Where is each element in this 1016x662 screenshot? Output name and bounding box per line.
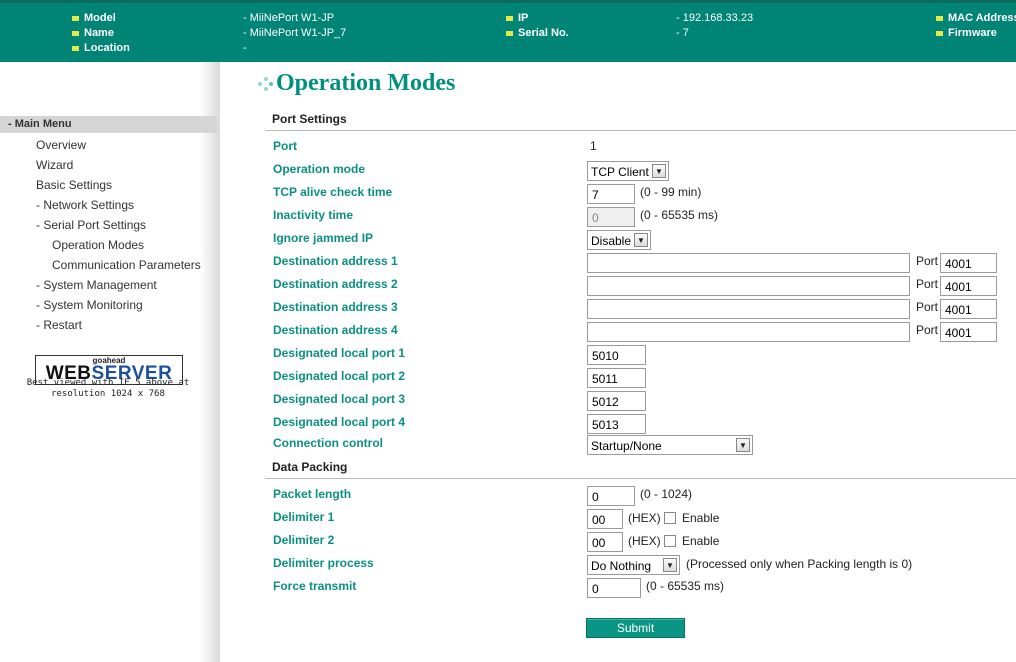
- destination-address-4-label: Destination address 4: [273, 323, 398, 337]
- destination-1-port-label: Port: [916, 254, 939, 268]
- sidebar-item-system-management[interactable]: - System Management: [36, 278, 157, 292]
- sidebar-item-operation-modes[interactable]: Operation Modes: [52, 238, 144, 252]
- name-value: - MiiNePort W1-JP_7: [243, 27, 347, 39]
- bullet-icon: [72, 30, 79, 36]
- model-label: Model: [72, 12, 116, 24]
- sidebar-item-wizard[interactable]: Wizard: [36, 158, 73, 172]
- chevron-down-icon[interactable]: ▼: [634, 233, 648, 247]
- local-port-1-input[interactable]: [587, 345, 646, 365]
- local-port-3-label: Designated local port 3: [273, 392, 406, 406]
- data-packing-section: Data Packing: [265, 456, 1016, 479]
- delimiter-2-enable-label: Enable: [682, 534, 720, 548]
- ignore-jammed-label: Ignore jammed IP: [273, 231, 374, 245]
- bullet-icon: [506, 15, 513, 21]
- sidebar-item-communication-parameters[interactable]: Communication Parameters: [52, 258, 201, 272]
- destination-1-port-input[interactable]: [940, 253, 997, 273]
- inactivity-input: [587, 207, 635, 227]
- delimiter-process-select[interactable]: Do Nothing ▼: [587, 555, 680, 575]
- local-port-4-input[interactable]: [587, 414, 646, 434]
- delimiter-2-input[interactable]: [587, 532, 623, 552]
- force-transmit-label: Force transmit: [273, 579, 357, 593]
- sidebar-divider: [200, 62, 220, 662]
- local-port-1-label: Designated local port 1: [273, 346, 406, 360]
- destination-address-1-input[interactable]: [587, 253, 910, 273]
- packet-length-label: Packet length: [273, 487, 352, 501]
- mac-label: MAC Address: [936, 12, 1016, 24]
- device-info-header: Model - MiiNePort W1-JP Name - MiiNePort…: [0, 0, 1016, 62]
- local-port-3-input[interactable]: [587, 391, 646, 411]
- ip-label: IP: [506, 12, 528, 24]
- port-settings-section: Port Settings: [265, 108, 1016, 131]
- ip-value: - 192.168.33.23: [676, 12, 754, 24]
- location-value: -: [243, 42, 247, 54]
- best-viewed-note: Best viewed with IE 5 above at resolutio…: [26, 378, 190, 399]
- tcp-alive-hint: (0 - 99 min): [640, 185, 702, 199]
- bullet-icon: [506, 30, 513, 36]
- delimiter-1-enable-label: Enable: [682, 511, 720, 525]
- sidebar-item-system-monitoring[interactable]: - System Monitoring: [36, 298, 143, 312]
- destination-2-port-input[interactable]: [940, 276, 997, 296]
- bullet-icon: [936, 30, 943, 36]
- delimiter-process-label: Delimiter process: [273, 556, 374, 570]
- destination-address-2-input[interactable]: [587, 276, 910, 296]
- force-transmit-hint: (0 - 65535 ms): [646, 579, 725, 593]
- delimiter-2-hex-label: (HEX): [628, 534, 661, 548]
- destination-address-3-label: Destination address 3: [273, 300, 398, 314]
- delimiter-1-label: Delimiter 1: [273, 510, 335, 524]
- chevron-down-icon[interactable]: ▼: [652, 164, 666, 178]
- delimiter-1-hex-label: (HEX): [628, 511, 661, 525]
- submit-button[interactable]: Submit: [586, 618, 685, 638]
- name-label: Name: [72, 27, 114, 39]
- destination-2-port-label: Port: [916, 277, 939, 291]
- main-menu-header[interactable]: - Main Menu: [0, 116, 217, 133]
- delimiter-1-enable-checkbox[interactable]: [664, 512, 676, 524]
- destination-3-port-input[interactable]: [940, 299, 997, 319]
- bullet-icon: [72, 45, 79, 51]
- delimiter-2-enable-checkbox[interactable]: [664, 535, 676, 547]
- bullet-icon: [72, 15, 79, 21]
- local-port-2-label: Designated local port 2: [273, 369, 406, 383]
- chevron-down-icon[interactable]: ▼: [736, 438, 750, 452]
- delimiter-process-hint: (Processed only when Packing length is 0…: [686, 557, 913, 571]
- destination-address-3-input[interactable]: [587, 299, 910, 319]
- connection-control-label: Connection control: [273, 436, 383, 450]
- sidebar-item-restart[interactable]: - Restart: [36, 318, 82, 332]
- connection-control-select[interactable]: Startup/None ▼: [587, 435, 753, 455]
- packet-length-hint: (0 - 1024): [640, 487, 693, 501]
- sidebar-item-network-settings[interactable]: - Network Settings: [36, 198, 134, 212]
- bullet-icon: [936, 15, 943, 21]
- destination-4-port-input[interactable]: [940, 322, 997, 342]
- operation-mode-label: Operation mode: [273, 162, 366, 176]
- port-label: Port: [273, 139, 297, 153]
- tcp-alive-input[interactable]: [587, 184, 635, 204]
- model-value: - MiiNePort W1-JP: [243, 12, 335, 24]
- sidebar-item-serial-port-settings[interactable]: - Serial Port Settings: [36, 218, 146, 232]
- serial-label: Serial No.: [506, 27, 569, 39]
- delimiter-1-input[interactable]: [587, 509, 623, 529]
- force-transmit-input[interactable]: [587, 578, 641, 598]
- packet-length-input[interactable]: [587, 486, 635, 506]
- sidebar-item-basic-settings[interactable]: Basic Settings: [36, 178, 112, 192]
- serial-value: - 7: [676, 27, 689, 39]
- dots-icon: [258, 76, 274, 92]
- page-title: Operation Modes: [258, 70, 455, 97]
- local-port-2-input[interactable]: [587, 368, 646, 388]
- tcp-alive-label: TCP alive check time: [273, 185, 393, 199]
- local-port-4-label: Designated local port 4: [273, 415, 406, 429]
- destination-address-1-label: Destination address 1: [273, 254, 398, 268]
- destination-4-port-label: Port: [916, 323, 939, 337]
- sidebar-item-overview[interactable]: Overview: [36, 138, 86, 152]
- ignore-jammed-select[interactable]: Disable ▼: [587, 230, 651, 250]
- delimiter-2-label: Delimiter 2: [273, 533, 335, 547]
- destination-address-4-input[interactable]: [587, 322, 910, 342]
- destination-3-port-label: Port: [916, 300, 939, 314]
- inactivity-label: Inactivity time: [273, 208, 354, 222]
- firmware-label: Firmware: [936, 27, 997, 39]
- chevron-down-icon[interactable]: ▼: [663, 558, 677, 572]
- inactivity-hint: (0 - 65535 ms): [640, 208, 719, 222]
- port-value: 1: [590, 139, 597, 153]
- location-label: Location: [72, 42, 130, 54]
- operation-mode-select[interactable]: TCP Client ▼: [587, 161, 669, 181]
- destination-address-2-label: Destination address 2: [273, 277, 398, 291]
